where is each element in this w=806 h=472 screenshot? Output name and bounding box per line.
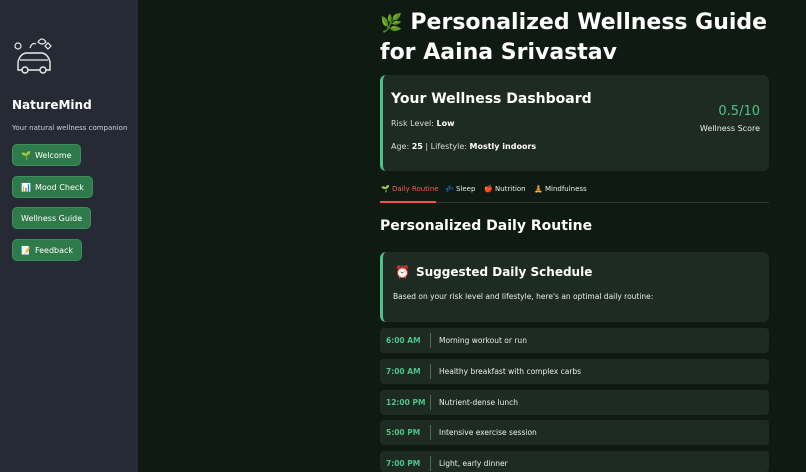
schedule-row: 12:00 PM Nutrient-dense lunch bbox=[380, 390, 769, 415]
lifestyle-label: | Lifestyle: bbox=[425, 142, 467, 151]
tab-sleep[interactable]: 💤 Sleep bbox=[445, 185, 475, 193]
seedling-icon: 🌱 bbox=[21, 150, 31, 160]
schedule-activity: Healthy breakfast with complex carbs bbox=[439, 367, 582, 376]
schedule-row: 7:00 PM Light, early dinner bbox=[380, 451, 769, 472]
row-divider bbox=[430, 395, 431, 410]
chart-icon: 📊 bbox=[21, 182, 31, 192]
schedule-activity: Morning workout or run bbox=[439, 336, 527, 345]
schedule-row: 6:00 AM Morning workout or run bbox=[380, 328, 769, 353]
seedling-icon: 🌱 bbox=[381, 185, 390, 193]
schedule-time: 12:00 PM bbox=[386, 398, 426, 407]
schedule-title-text: Suggested Daily Schedule bbox=[415, 265, 593, 279]
schedule-activity: Intensive exercise session bbox=[439, 428, 537, 437]
row-divider bbox=[430, 364, 431, 379]
nav-label: Feedback bbox=[34, 245, 74, 255]
memo-icon: 📝 bbox=[21, 245, 31, 255]
tab-label: Nutrition bbox=[494, 185, 526, 193]
age-value: 25 bbox=[411, 142, 423, 151]
age-lifestyle: Age: 25 | Lifestyle: Mostly indoors bbox=[391, 142, 536, 151]
tab-label: Daily Routine bbox=[391, 185, 439, 193]
nav-welcome-button[interactable]: 🌱 Welcome bbox=[12, 144, 81, 166]
schedule-activity: Nutrient-dense lunch bbox=[439, 398, 518, 407]
nav-wellness-guide-button[interactable]: Wellness Guide bbox=[12, 207, 92, 229]
tab-label: Mindfulness bbox=[544, 185, 587, 193]
tab-mindfulness[interactable]: 🧘 Mindfulness bbox=[534, 185, 587, 193]
tab-label: Sleep bbox=[455, 185, 476, 193]
schedule-time: 6:00 AM bbox=[386, 336, 421, 345]
sleep-icon: 💤 bbox=[445, 185, 454, 193]
schedule-title: ⏰ Suggested Daily Schedule bbox=[395, 265, 592, 279]
guide-tabs: 🌱 Daily Routine 💤 Sleep 🍎 Nutrition 🧘 Mi… bbox=[380, 182, 769, 203]
nav-label: Welcome bbox=[34, 150, 72, 160]
app-brand: NatureMind bbox=[12, 98, 92, 112]
nav-label: Wellness Guide bbox=[21, 213, 83, 223]
apple-icon: 🍎 bbox=[484, 185, 493, 193]
schedule-time: 5:00 PM bbox=[386, 428, 421, 437]
row-divider bbox=[430, 456, 431, 471]
risk-label: Risk Level: bbox=[391, 119, 434, 128]
sidebar: NatureMind Your natural wellness compani… bbox=[0, 0, 138, 472]
nav-mood-check-button[interactable]: 📊 Mood Check bbox=[12, 176, 93, 198]
app-tagline: Your natural wellness companion bbox=[12, 124, 128, 132]
wellness-score-value: 0.5/10 bbox=[718, 104, 760, 119]
risk-value: Low bbox=[436, 119, 455, 128]
schedule-row: 5:00 PM Intensive exercise session bbox=[380, 420, 769, 445]
lifestyle-value: Mostly indoors bbox=[469, 142, 537, 151]
tab-nutrition[interactable]: 🍎 Nutrition bbox=[484, 185, 526, 193]
schedule-description: Based on your risk level and lifestyle, … bbox=[393, 292, 654, 301]
row-divider bbox=[430, 425, 431, 440]
age-label: Age: bbox=[391, 142, 410, 151]
herb-icon: 🌿 bbox=[380, 13, 403, 34]
schedule-activity: Light, early dinner bbox=[439, 459, 508, 468]
page-title: 🌿 Personalized Wellness Guide for Aaina S… bbox=[380, 8, 790, 67]
page-title-text: Personalized Wellness Guide for Aaina Sr… bbox=[380, 10, 768, 65]
alarm-clock-icon: ⏰ bbox=[395, 265, 410, 279]
meditation-icon: 🧘 bbox=[534, 185, 543, 193]
wellness-score-label: Wellness Score bbox=[699, 124, 760, 133]
wellness-dashboard-card: Your Wellness Dashboard Risk Level: Low … bbox=[380, 75, 769, 171]
row-divider bbox=[430, 333, 431, 348]
nav-feedback-button[interactable]: 📝 Feedback bbox=[12, 239, 83, 261]
schedule-card: ⏰ Suggested Daily Schedule Based on your … bbox=[380, 252, 769, 322]
dashboard-title: Your Wellness Dashboard bbox=[391, 91, 592, 107]
tab-daily-routine[interactable]: 🌱 Daily Routine bbox=[381, 185, 439, 193]
risk-level: Risk Level: Low bbox=[391, 119, 454, 128]
schedule-time: 7:00 PM bbox=[386, 459, 421, 468]
schedule-row: 7:00 AM Healthy breakfast with complex c… bbox=[380, 359, 769, 384]
section-title: Personalized Daily Routine bbox=[380, 218, 593, 234]
active-tab-indicator bbox=[380, 201, 436, 203]
schedule-time: 7:00 AM bbox=[386, 367, 421, 376]
nav-label: Mood Check bbox=[34, 182, 84, 192]
car-nature-logo-icon bbox=[14, 38, 52, 74]
